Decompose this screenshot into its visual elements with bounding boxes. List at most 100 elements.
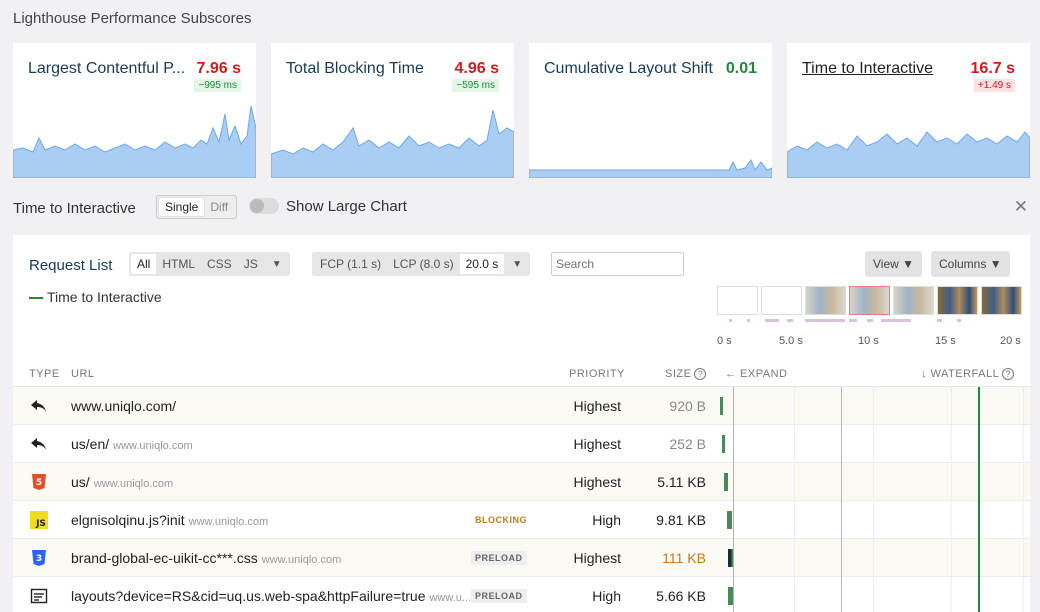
- card-tbt[interactable]: Total Blocking Time 4.96 s −595 ms: [271, 43, 514, 178]
- search-input[interactable]: [551, 252, 684, 276]
- filter-html[interactable]: HTML: [156, 254, 201, 274]
- waterfall-bar: [724, 473, 728, 491]
- url-path: www.uniqlo.com/: [71, 398, 177, 414]
- filter-js[interactable]: JS: [238, 254, 264, 274]
- table-row[interactable]: 5 us/www.uniqlo.com Highest 5.11 KB: [13, 463, 1030, 501]
- card-tti[interactable]: Time to Interactive 16.7 s +1.49 s: [787, 43, 1030, 178]
- card-delta: −595 ms: [452, 79, 499, 92]
- filmstrip-frame[interactable]: [849, 286, 890, 315]
- tti-controls: Time to Interactive Single Diff Show Lar…: [13, 195, 1030, 221]
- card-delta: +1.49 s: [973, 79, 1015, 92]
- request-url: layouts?device=RS&cid=uq.us.web-spa&http…: [71, 588, 471, 604]
- expand-button[interactable]: ← EXPAND: [725, 368, 787, 380]
- type-filter: All HTML CSS JS ▼: [129, 252, 290, 276]
- card-value: 0.01: [725, 60, 757, 77]
- redirect-icon: [31, 400, 46, 412]
- header-priority[interactable]: PRIORITY: [569, 368, 625, 380]
- segment-diff[interactable]: Diff: [204, 198, 234, 216]
- table-row[interactable]: JS elgnisolqinu.js?init www.uniqlo.com BL…: [13, 501, 1030, 539]
- axis-tick: 15 s: [935, 335, 956, 347]
- help-icon[interactable]: ?: [1002, 368, 1015, 380]
- segment-single[interactable]: Single: [159, 198, 205, 216]
- url-host: www.u...: [429, 592, 472, 604]
- request-size: 111 KB: [662, 550, 706, 566]
- header-size[interactable]: SIZE?: [665, 368, 707, 380]
- toggle-label: Show Large Chart: [286, 198, 407, 215]
- filter-lcp[interactable]: LCP (8.0 s): [387, 254, 459, 274]
- table-row[interactable]: www.uniqlo.com/ Highest 920 B: [13, 387, 1030, 425]
- url-path: brand-global-ec-uikit-cc***.css: [71, 550, 258, 566]
- card-lcp[interactable]: Largest Contentful P... 7.96 s −995 ms: [13, 43, 256, 178]
- waterfall-bar: [720, 397, 723, 415]
- preload-badge: PRELOAD: [471, 551, 527, 565]
- header-url[interactable]: URL: [71, 368, 95, 380]
- card-value: 4.96 s: [454, 60, 499, 77]
- view-dropdown[interactable]: View ▼: [865, 251, 923, 277]
- request-url: us/www.uniqlo.com: [71, 474, 173, 490]
- table-row[interactable]: layouts?device=RS&cid=uq.us.web-spa&http…: [13, 577, 1030, 612]
- url-host: www.uniqlo.com: [261, 554, 342, 566]
- time-filter: FCP (1.1 s) LCP (8.0 s) 20.0 s ▼: [312, 252, 531, 276]
- filmstrip-frame[interactable]: [805, 286, 846, 315]
- javascript-icon: JS: [30, 511, 48, 529]
- axis-tick: 0 s: [717, 335, 732, 347]
- sparkline-chart: [271, 109, 514, 178]
- card-cls[interactable]: Cumulative Layout Shift 0.01: [529, 43, 772, 178]
- legend-label: Time to Interactive: [47, 289, 162, 305]
- filmstrip-frame[interactable]: [981, 286, 1022, 315]
- filter-20s[interactable]: 20.0 s: [459, 254, 505, 274]
- request-size: 252 B: [669, 436, 706, 452]
- request-url: www.uniqlo.com/: [71, 398, 176, 414]
- request-size: 9.81 KB: [656, 512, 706, 528]
- table-row[interactable]: us/en/www.uniqlo.com Highest 252 B: [13, 425, 1030, 463]
- request-size: 920 B: [669, 398, 706, 414]
- legend-swatch: [29, 297, 43, 300]
- filmstrip-frame[interactable]: [937, 286, 978, 315]
- url-host: www.uniqlo.com: [113, 440, 193, 452]
- card-title: Time to Interactive: [802, 60, 934, 77]
- request-url: elgnisolqinu.js?init www.uniqlo.com: [71, 512, 268, 528]
- filmstrip-frame[interactable]: [761, 286, 802, 315]
- filter-css[interactable]: CSS: [201, 254, 238, 274]
- axis-tick: 5.0 s: [779, 335, 803, 347]
- request-size: 5.11 KB: [657, 474, 706, 490]
- redirect-icon: [31, 438, 46, 450]
- card-title: Total Blocking Time: [286, 60, 424, 77]
- close-icon[interactable]: ✕: [1014, 197, 1028, 217]
- subscore-cards: Largest Contentful P... 7.96 s −995 ms T…: [13, 43, 1030, 178]
- request-priority: High: [592, 512, 621, 528]
- table-header: TYPE URL PRIORITY SIZE? ← EXPAND ↓ WATER…: [13, 361, 1030, 387]
- request-priority: Highest: [573, 474, 621, 490]
- columns-label: Columns: [939, 257, 987, 271]
- chevron-down-icon: ▼: [902, 257, 915, 271]
- filmstrip-frame[interactable]: [717, 286, 758, 315]
- request-url: us/en/www.uniqlo.com: [71, 436, 193, 452]
- request-priority: High: [592, 588, 621, 604]
- card-value: 7.96 s: [196, 60, 241, 77]
- help-icon[interactable]: ?: [694, 368, 707, 380]
- waterfall-bar: [728, 587, 733, 605]
- chevron-down-icon[interactable]: ▼: [264, 259, 288, 270]
- card-value: 16.7 s: [970, 60, 1015, 77]
- filmstrip-frame[interactable]: [893, 286, 934, 315]
- filter-fcp[interactable]: FCP (1.1 s): [314, 254, 387, 274]
- header-waterfall[interactable]: ↓ WATERFALL?: [921, 368, 1015, 380]
- url-path: layouts?device=RS&cid=uq.us.web-spa&http…: [71, 588, 426, 604]
- header-type[interactable]: TYPE: [29, 368, 60, 380]
- url-path: us/en/: [71, 436, 110, 452]
- chevron-down-icon[interactable]: ▼: [504, 259, 528, 270]
- header-waterfall-label: ↓ WATERFALL: [921, 368, 1000, 380]
- card-delta: −995 ms: [194, 79, 241, 92]
- waterfall-bar: [727, 511, 732, 529]
- columns-dropdown[interactable]: Columns ▼: [931, 251, 1010, 277]
- waterfall-bar: [722, 435, 725, 453]
- document-icon: [30, 588, 48, 604]
- table-row[interactable]: 3 brand-global-ec-uikit-cc***.css www.uni…: [13, 539, 1030, 577]
- svg-text:JS: JS: [35, 519, 46, 529]
- axis-tick: 20 s: [1000, 335, 1021, 347]
- header-size-label: SIZE: [665, 368, 692, 380]
- waterfall-bar: [728, 549, 734, 567]
- large-chart-toggle[interactable]: [249, 198, 279, 214]
- card-title: Cumulative Layout Shift: [544, 60, 713, 77]
- filter-all[interactable]: All: [131, 254, 157, 274]
